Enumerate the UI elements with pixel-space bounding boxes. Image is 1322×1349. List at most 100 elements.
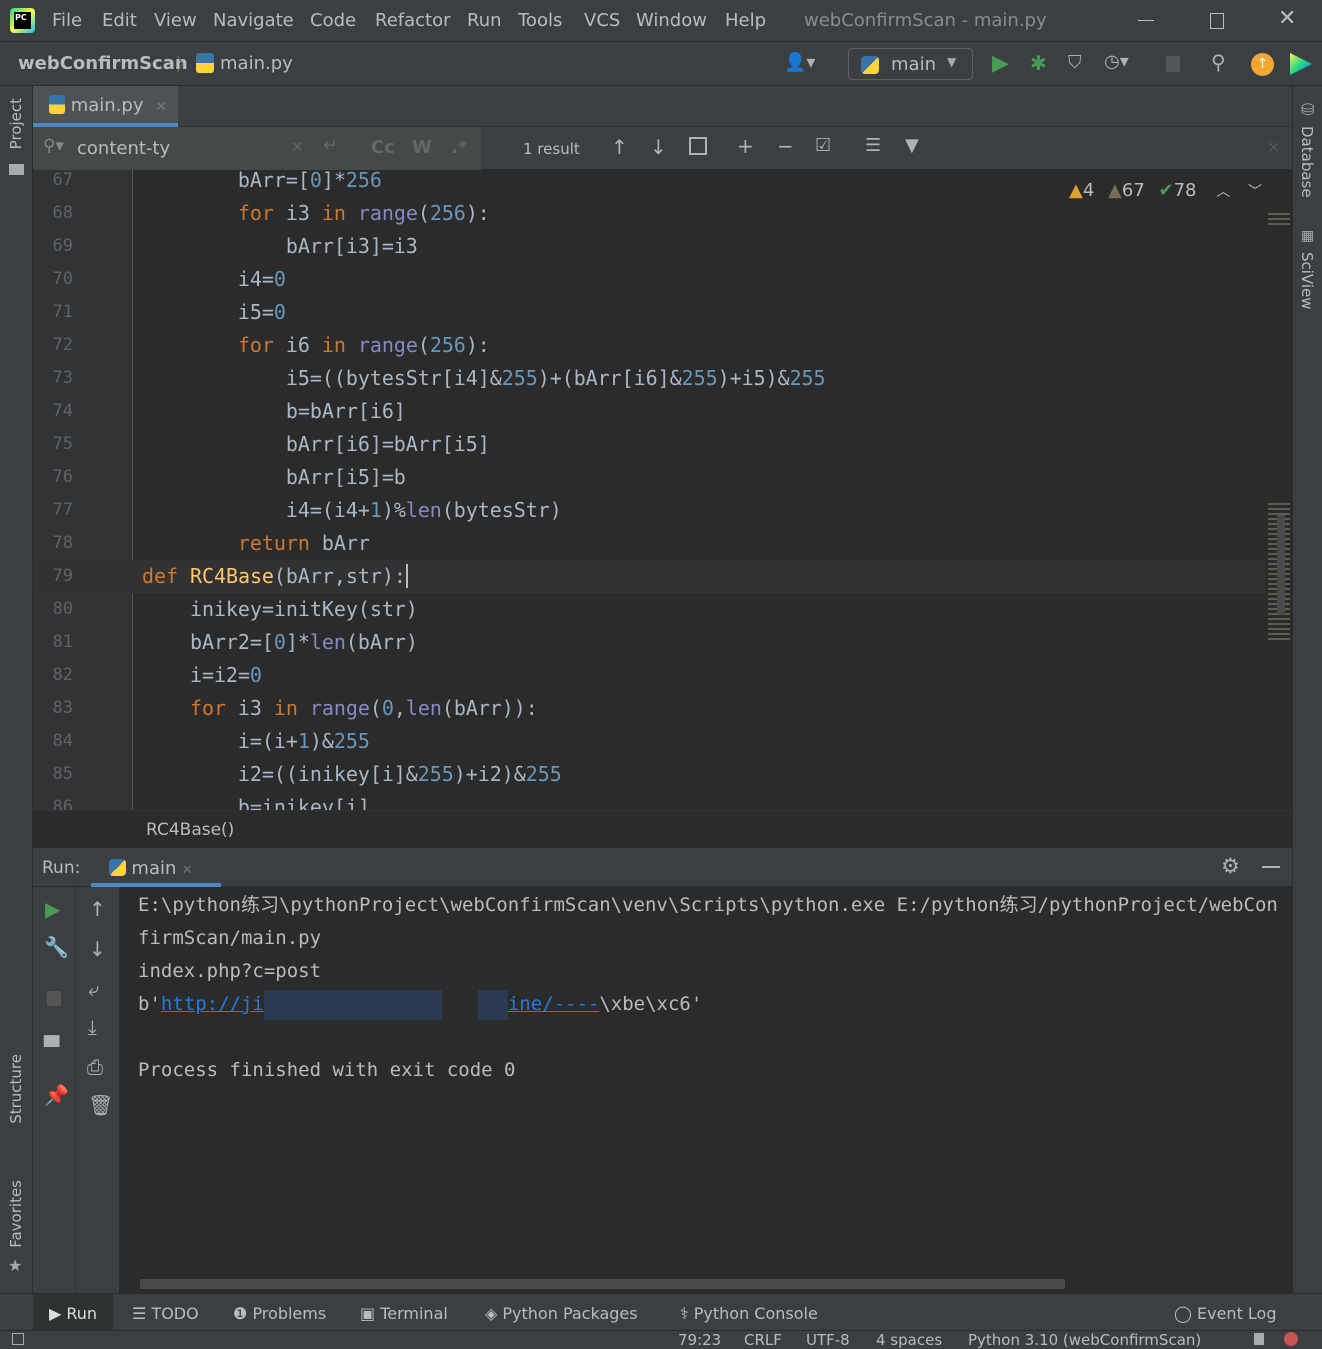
open-in-window-icon[interactable]: [689, 137, 707, 155]
layout-icon[interactable]: ▀: [44, 1035, 59, 1059]
code-line[interactable]: 80 inikey=initKey(str): [33, 593, 1265, 626]
debug-icon[interactable]: ✱: [1030, 51, 1047, 75]
search-icon[interactable]: ⚲: [1211, 50, 1226, 74]
minimize-button[interactable]: [1138, 20, 1154, 21]
menu-window[interactable]: Window: [636, 10, 707, 31]
filter-settings-icon[interactable]: ☰: [865, 135, 881, 156]
close-find-icon[interactable]: ✕: [1267, 138, 1280, 157]
structure-tool-button[interactable]: Structure: [7, 1054, 25, 1124]
code-line[interactable]: 83 for i3 in range(0,len(bArr)):: [33, 692, 1265, 725]
clear-search-icon[interactable]: ✕: [291, 138, 304, 156]
menu-view[interactable]: View: [154, 10, 197, 31]
previous-occurrence-icon[interactable]: ↑: [611, 135, 628, 159]
close-window-button[interactable]: ✕: [1278, 6, 1296, 31]
filter-icon[interactable]: ▼: [905, 135, 919, 156]
menu-vcs[interactable]: VCS: [584, 10, 620, 31]
code-line[interactable]: 72 for i6 in range(256):: [33, 329, 1265, 362]
stop-icon[interactable]: [47, 991, 61, 1006]
whole-words-toggle[interactable]: W: [412, 137, 432, 158]
run-config-select[interactable]: main ▼: [848, 48, 973, 80]
add-occurrence-icon[interactable]: +: [737, 134, 754, 158]
interpreter-selector[interactable]: Python 3.10 (webConfirmScan): [968, 1331, 1201, 1349]
sciview-tool-button[interactable]: SciView: [1298, 252, 1316, 310]
tool-tab-python-console[interactable]: ⚕ Python Console: [680, 1304, 818, 1323]
rerun-icon[interactable]: ▶: [45, 897, 60, 921]
tool-tab-run[interactable]: ▶ Run: [33, 1294, 113, 1331]
close-tab-icon[interactable]: ✕: [155, 99, 167, 115]
project-tool-button[interactable]: Project: [7, 98, 25, 149]
match-case-toggle[interactable]: Cc: [371, 137, 395, 158]
scrollbar-thumb[interactable]: [1277, 515, 1285, 615]
update-icon[interactable]: ↑: [1251, 53, 1274, 76]
code-line[interactable]: 84 i=(i+1)&255: [33, 725, 1265, 758]
inspection-widget[interactable]: ▲4 ▲67 ✔78 ︿ ﹀: [1069, 180, 1262, 201]
code-line[interactable]: 68 for i3 in range(256):: [33, 197, 1265, 230]
remove-occurrence-icon[interactable]: −: [777, 134, 794, 158]
tool-tab-terminal[interactable]: ▣ Terminal: [360, 1304, 448, 1323]
run-icon[interactable]: ▶: [992, 51, 1009, 76]
next-occurrence-icon[interactable]: ↓: [650, 135, 667, 159]
regex-toggle[interactable]: .*: [451, 137, 467, 158]
code-line[interactable]: 78 return bArr: [33, 527, 1265, 560]
select-all-occurrences-icon[interactable]: ☑: [815, 135, 831, 156]
code-line[interactable]: 85 i2=((inikey[i]&255)+i2)&255: [33, 758, 1265, 791]
tool-tab-python-packages[interactable]: ◈ Python Packages: [485, 1304, 638, 1323]
maximize-button[interactable]: [1210, 13, 1224, 29]
run-tab-main[interactable]: main ✕: [91, 848, 221, 887]
breadcrumb-file[interactable]: main.py: [220, 53, 293, 74]
menu-file[interactable]: File: [52, 10, 82, 31]
menu-help[interactable]: Help: [725, 10, 766, 31]
code-line[interactable]: 82 i=i2=0: [33, 659, 1265, 692]
caret-position[interactable]: 79:23: [678, 1331, 721, 1349]
file-encoding[interactable]: UTF-8: [806, 1331, 850, 1349]
print-icon[interactable]: ⎙: [87, 1055, 103, 1079]
horizontal-scrollbar[interactable]: [140, 1279, 1065, 1289]
previous-problem-icon[interactable]: ︿: [1216, 184, 1230, 200]
code-line[interactable]: 73 i5=((bytesStr[i4]&255)+(bArr[i6]&255)…: [33, 362, 1265, 395]
line-separator[interactable]: CRLF: [744, 1331, 782, 1349]
output-link[interactable]: ine/----: [508, 993, 600, 1015]
close-tab-icon[interactable]: ✕: [182, 863, 193, 878]
trash-icon[interactable]: 🗑: [88, 1093, 113, 1117]
menu-tools[interactable]: Tools: [518, 10, 562, 31]
output-link[interactable]: http://ji: [161, 993, 264, 1015]
search-input[interactable]: [77, 135, 277, 161]
code-line[interactable]: 69 bArr[i3]=i3: [33, 230, 1265, 263]
pin-icon[interactable]: 📌: [44, 1083, 69, 1107]
code-line[interactable]: 79 def RC4Base(bArr,str):: [33, 560, 1265, 593]
code-line[interactable]: 74 b=bArr[i6]: [33, 395, 1265, 428]
event-log-button[interactable]: ◯ Event Log: [1174, 1304, 1277, 1323]
menu-code[interactable]: Code: [310, 10, 356, 31]
code-line[interactable]: 81 bArr2=[0]*len(bArr): [33, 626, 1265, 659]
soft-wrap-icon[interactable]: ⤶: [88, 977, 99, 1001]
breadcrumb-function[interactable]: RC4Base(): [146, 820, 234, 840]
tab-main-py[interactable]: main.py ✕: [33, 86, 178, 127]
gear-icon[interactable]: ⚙: [1221, 854, 1240, 878]
menu-refactor[interactable]: Refactor: [375, 10, 451, 31]
breadcrumb-project[interactable]: webConfirmScan: [18, 53, 188, 74]
code-with-me-icon[interactable]: [1290, 53, 1312, 75]
scroll-to-end-icon[interactable]: ⤓: [88, 1015, 97, 1039]
code-line[interactable]: 70 i4=0: [33, 263, 1265, 296]
profile-icon[interactable]: ◷▾: [1104, 51, 1129, 72]
hide-panel-icon[interactable]: [1262, 866, 1280, 868]
menu-navigate[interactable]: Navigate: [213, 10, 294, 31]
indent-setting[interactable]: 4 spaces: [876, 1331, 942, 1349]
coverage-icon[interactable]: ⛉: [1068, 52, 1082, 73]
new-line-icon[interactable]: ↵: [323, 135, 338, 156]
database-tool-button[interactable]: Database: [1298, 126, 1316, 198]
toggle-tool-windows-icon[interactable]: [12, 1333, 24, 1345]
code-editor[interactable]: 67 bArr=[0]*256 68 for i3 in range(256): 6…: [33, 168, 1292, 819]
lock-icon[interactable]: [1254, 1333, 1264, 1345]
tool-tab-problems[interactable]: ❶ Problems: [233, 1304, 326, 1323]
menu-edit[interactable]: Edit: [102, 10, 137, 31]
user-icon[interactable]: 👤▾: [784, 52, 815, 73]
code-line[interactable]: 76 bArr[i5]=b: [33, 461, 1265, 494]
code-line[interactable]: 71 i5=0: [33, 296, 1265, 329]
tool-tab-todo[interactable]: ☰ TODO: [132, 1304, 199, 1323]
search-history-icon[interactable]: ⚲▾: [43, 136, 64, 156]
favorites-tool-button[interactable]: Favorites: [7, 1180, 25, 1248]
stop-icon[interactable]: [1166, 56, 1180, 72]
wrench-icon[interactable]: 🔧: [44, 935, 69, 959]
arrow-up-icon[interactable]: ↑: [89, 897, 106, 921]
